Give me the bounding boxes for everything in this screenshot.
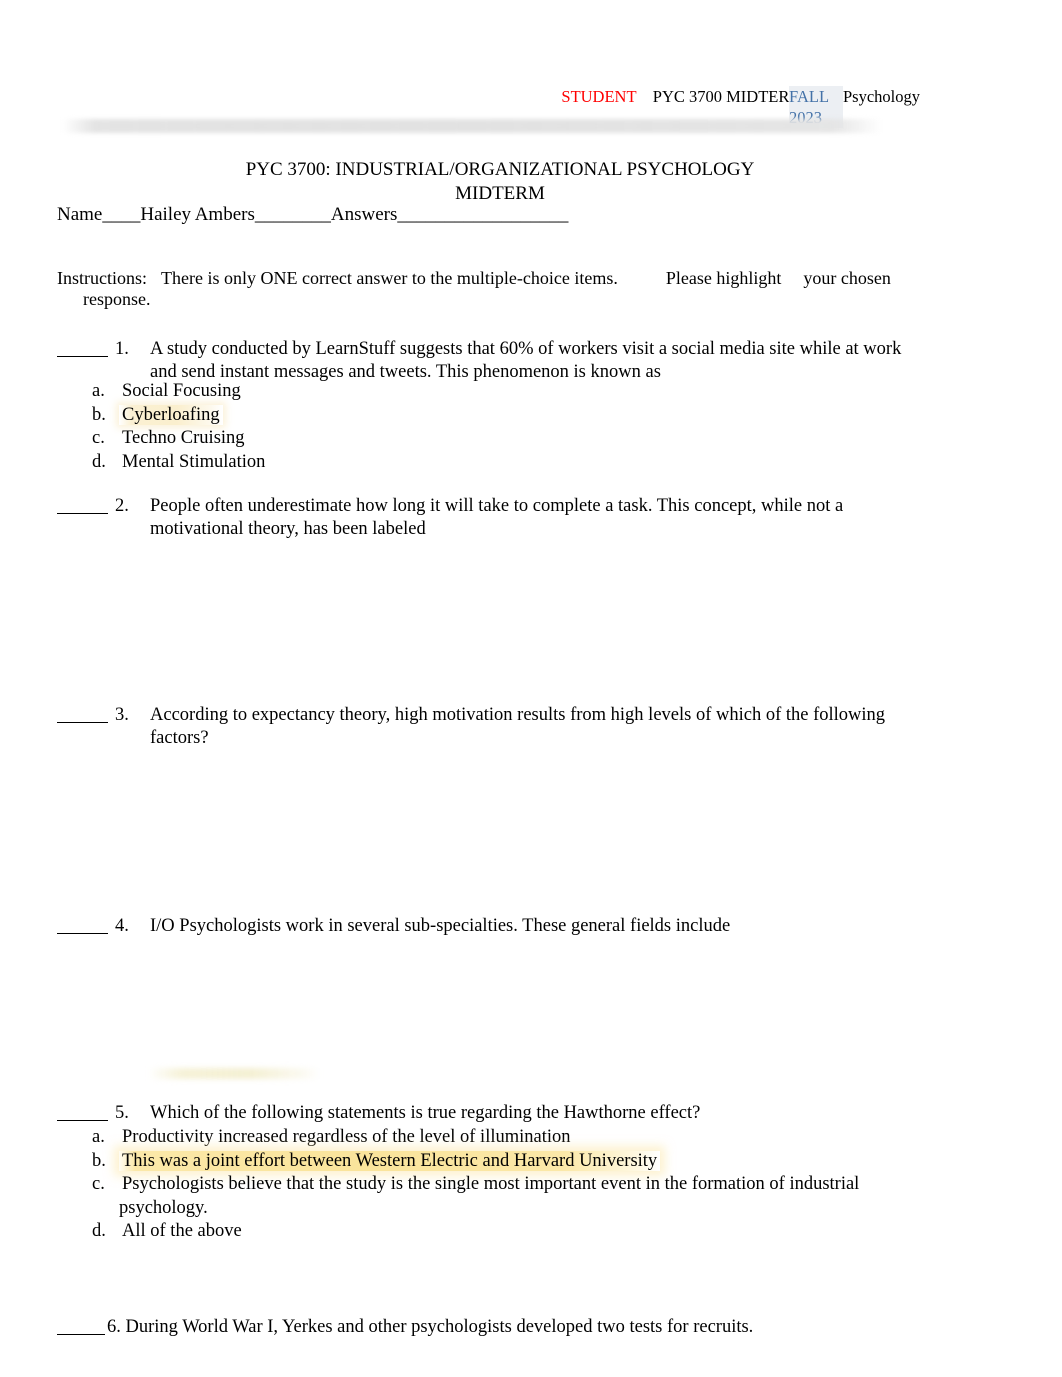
document-page: STUDENT PYC 3700 MIDTERM : I/O Psycholog… xyxy=(0,0,1062,1377)
question-4: 4. I/O Psychologists work in several sub… xyxy=(57,915,917,938)
option-letter: d. xyxy=(92,1221,106,1241)
option-letter: b. xyxy=(92,1150,106,1171)
highlighted-answer: This was a joint effort between Western … xyxy=(119,1150,661,1171)
question-2: 2. People often underestimate how long i… xyxy=(57,495,917,540)
instructions-tail-2: your xyxy=(803,268,837,288)
header-student-label: STUDENT xyxy=(561,87,637,106)
instructions-body: There is only ONE correct answer to the … xyxy=(161,268,618,288)
header-divider-band xyxy=(62,119,882,133)
question-2-answer-blank[interactable] xyxy=(57,498,108,514)
option-text: Productivity increased regardless of the… xyxy=(122,1127,571,1147)
header-title-line: STUDENT PYC 3700 MIDTERM : I/O Psycholog… xyxy=(0,86,920,107)
page-title-line1: PYC 3700: INDUSTRIAL/ORGANIZATIONAL PSYC… xyxy=(245,159,755,180)
question-3: 3. According to expectancy theory, high … xyxy=(57,704,917,749)
instructions-label: Instructions: xyxy=(57,268,147,288)
page-title: PYC 3700: INDUSTRIAL/ORGANIZATIONAL PSYC… xyxy=(0,158,1000,206)
question-1-text: A study conducted by LearnStuff suggests… xyxy=(150,339,902,382)
question-5: 5. Which of the following statements is … xyxy=(57,1102,917,1125)
student-name-line: Name____Hailey Ambers________Answers____… xyxy=(57,204,569,225)
instructions-tail-3: chosen xyxy=(840,268,891,288)
question-5-answer-blank[interactable] xyxy=(57,1105,108,1121)
question-1-option-a[interactable]: a. Social Focusing xyxy=(92,380,872,404)
highlighted-answer: Cyberloafing xyxy=(119,404,223,425)
question-5-option-d[interactable]: d. All of the above xyxy=(92,1220,872,1244)
question-1-option-c[interactable]: c. Techno Cruising xyxy=(92,427,872,451)
question-1-option-d[interactable]: d. Mental Stimulation xyxy=(92,451,872,475)
question-3-answer-blank[interactable] xyxy=(57,707,108,723)
question-2-text: People often underestimate how long it w… xyxy=(150,496,844,539)
stray-highlight-mark xyxy=(148,1068,320,1079)
question-4-answer-blank[interactable] xyxy=(57,918,108,934)
option-text: Psychologists believe that the study is … xyxy=(119,1174,860,1218)
question-5-option-a[interactable]: a. Productivity increased regardless of … xyxy=(92,1126,872,1150)
question-3-number: 3. xyxy=(115,705,129,725)
option-letter: c. xyxy=(92,1174,105,1194)
question-1-options: a. Social Focusing b. Cyberloafing c. Te… xyxy=(92,380,872,474)
option-letter: b. xyxy=(92,404,106,425)
question-5-options: a. Productivity increased regardless of … xyxy=(92,1126,872,1244)
question-2-number: 2. xyxy=(115,496,129,516)
instructions-tail-4: response. xyxy=(83,289,151,309)
option-letter: d. xyxy=(92,451,106,472)
question-1: 1. A study conducted by LearnStuff sugge… xyxy=(57,338,917,383)
document-header: STUDENT PYC 3700 MIDTERM : I/O Psycholog… xyxy=(0,86,1062,146)
question-1-answer-blank[interactable] xyxy=(57,341,108,357)
option-text: All of the above xyxy=(122,1221,242,1241)
option-letter: a. xyxy=(92,381,105,401)
option-text: Cyberloafing xyxy=(119,404,872,428)
question-5-option-b[interactable]: b. This was a joint effort between Weste… xyxy=(92,1150,872,1174)
option-letter: a. xyxy=(92,1127,105,1147)
option-text: Techno Cruising xyxy=(122,428,245,448)
option-text: Social Focusing xyxy=(122,381,241,401)
option-letter: c. xyxy=(92,428,105,448)
instructions-paragraph: Instructions: There is only ONE correct a… xyxy=(57,268,902,310)
question-6: 6. During World War I, Yerkes and other … xyxy=(57,1316,917,1339)
question-1-option-b[interactable]: b. Cyberloafing xyxy=(92,404,872,428)
question-4-number: 4. xyxy=(115,916,129,936)
option-text: This was a joint effort between Western … xyxy=(119,1150,872,1174)
question-4-text: I/O Psychologists work in several sub-sp… xyxy=(150,916,731,936)
question-5-number: 5. xyxy=(115,1103,129,1123)
question-5-option-c[interactable]: c. Psychologists believe that the study … xyxy=(92,1173,872,1220)
instructions-tail-1: Please highlight xyxy=(665,268,782,288)
question-6-answer-blank[interactable] xyxy=(57,1319,105,1335)
header-course-info: PYC 3700 MIDTERM : I/O Psychology xyxy=(652,87,920,106)
question-3-text: According to expectancy theory, high mot… xyxy=(150,705,886,748)
question-6-text: 6. During World War I, Yerkes and other … xyxy=(107,1317,754,1337)
option-text: Mental Stimulation xyxy=(122,451,266,472)
question-1-number: 1. xyxy=(115,339,129,359)
question-6-number: 6. xyxy=(107,1317,121,1337)
question-5-text: Which of the following statements is tru… xyxy=(150,1103,701,1123)
